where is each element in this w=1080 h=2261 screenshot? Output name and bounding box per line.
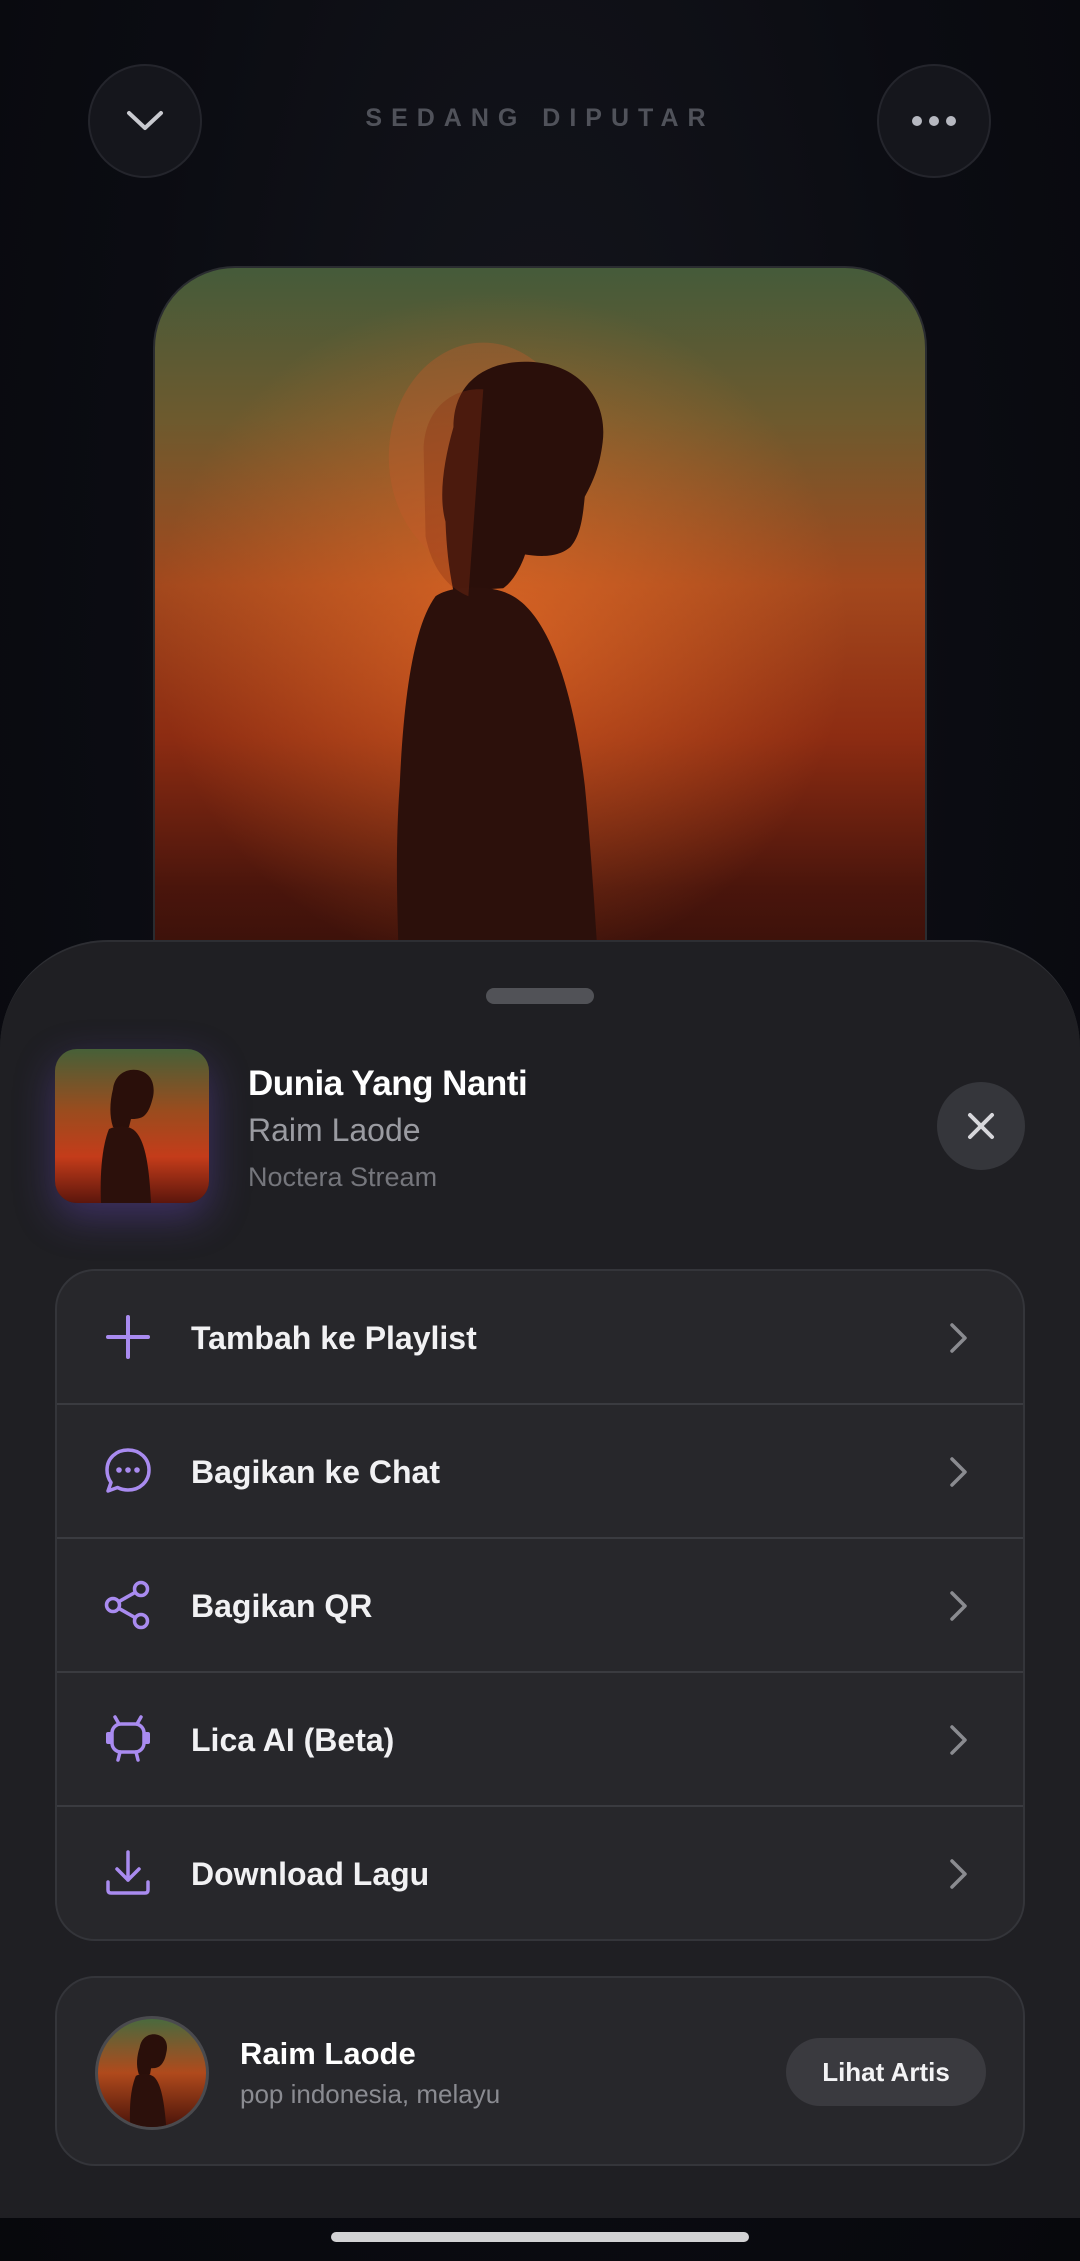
chevron-right-icon (950, 1457, 967, 1487)
now-playing-screen: SEDANG DIPUTAR Dunia Yang Nanti Raim Lao… (0, 0, 1080, 2261)
share-icon (104, 1580, 150, 1630)
song-artist: Raim Laode (248, 1112, 421, 1148)
chevron-right-icon (950, 1859, 967, 1889)
now-playing-header: SEDANG DIPUTAR (0, 0, 1080, 240)
menu-item-label: Bagikan QR (191, 1588, 373, 1624)
menu-item-label: Lica AI (Beta) (191, 1722, 395, 1758)
song-source: Noctera Stream (248, 1162, 438, 1192)
close-button[interactable] (937, 1082, 1025, 1170)
chat-bubble-icon (105, 1448, 151, 1493)
artist-name: Raim Laode (240, 2036, 416, 2071)
close-icon (968, 1113, 994, 1139)
artist-card: Raim Laode pop indonesia, melayu Lihat A… (55, 1976, 1025, 2166)
more-options-button[interactable] (877, 64, 991, 178)
robot-icon (106, 1715, 150, 1762)
song-thumbnail (55, 1049, 209, 1203)
home-indicator[interactable] (331, 2232, 749, 2242)
options-menu: Tambah ke Playlist Bagikan ke Chat Bagik… (55, 1269, 1025, 1941)
view-artist-button[interactable]: Lihat Artis (786, 2038, 986, 2106)
more-horizontal-icon (912, 116, 956, 126)
chevron-right-icon (950, 1591, 967, 1621)
menu-item-add-to-playlist[interactable]: Tambah ke Playlist (57, 1271, 1023, 1405)
song-options-sheet: Dunia Yang Nanti Raim Laode Noctera Stre… (0, 940, 1080, 2218)
menu-item-share-qr[interactable]: Bagikan QR (57, 1539, 1023, 1673)
menu-item-share-to-chat[interactable]: Bagikan ke Chat (57, 1405, 1023, 1539)
plus-icon (106, 1315, 150, 1359)
chevron-right-icon (950, 1725, 967, 1755)
menu-item-download-song[interactable]: Download Lagu (57, 1807, 1023, 1939)
menu-item-label: Download Lagu (191, 1856, 430, 1892)
song-title: Dunia Yang Nanti (248, 1064, 528, 1103)
menu-item-label: Bagikan ke Chat (191, 1454, 440, 1490)
sheet-grabber[interactable] (486, 988, 594, 1004)
artist-genres: pop indonesia, melayu (240, 2079, 501, 2109)
download-icon (106, 1850, 150, 1895)
chevron-right-icon (950, 1323, 967, 1353)
menu-item-label: Tambah ke Playlist (191, 1320, 477, 1356)
menu-item-lica-ai[interactable]: Lica AI (Beta) (57, 1673, 1023, 1807)
album-artwork (153, 266, 927, 1026)
artist-avatar[interactable] (95, 2016, 209, 2130)
